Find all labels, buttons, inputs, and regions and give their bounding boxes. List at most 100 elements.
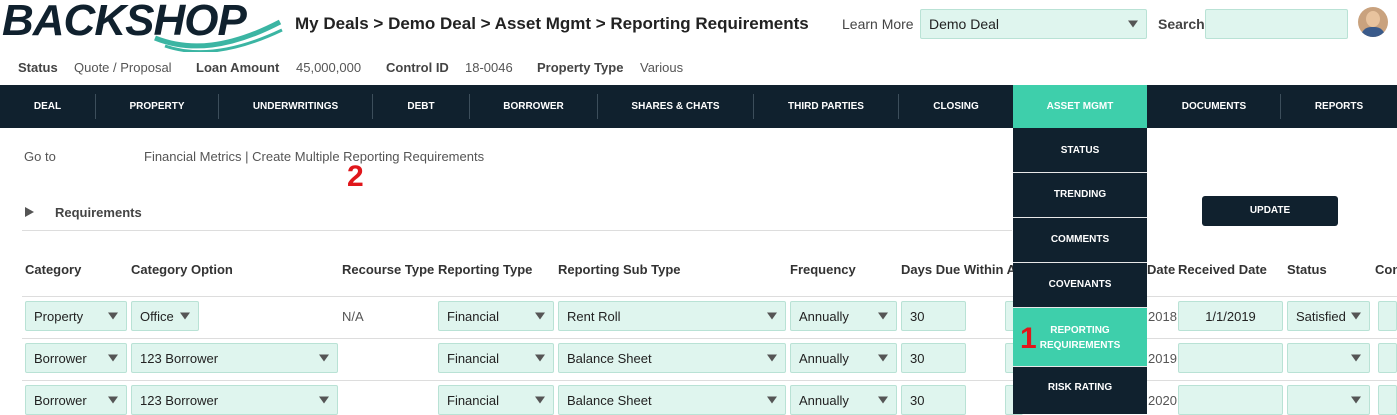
divider bbox=[22, 230, 1012, 231]
chevron-down-icon bbox=[1128, 20, 1138, 28]
chevron-down-icon bbox=[535, 396, 545, 404]
chevron-down-icon bbox=[108, 396, 118, 404]
chevron-down-icon bbox=[878, 396, 888, 404]
reporting-sub-type-select[interactable]: Balance Sheet bbox=[558, 385, 786, 415]
chevron-down-icon bbox=[767, 354, 777, 362]
chevron-down-icon bbox=[535, 312, 545, 320]
deal-select-value: Demo Deal bbox=[929, 16, 1000, 32]
dropdown-item-covenants[interactable]: COVENANTS bbox=[1013, 263, 1147, 307]
nav-asset-mgmt[interactable]: ASSET MGMT bbox=[1013, 85, 1147, 128]
nav-underwritings[interactable]: UNDERWRITINGS bbox=[219, 85, 372, 128]
category-select[interactable]: Property bbox=[25, 301, 127, 331]
avatar[interactable] bbox=[1358, 7, 1388, 37]
col-header-date: Date bbox=[1147, 262, 1176, 277]
frequency-select[interactable]: Annually bbox=[790, 343, 897, 373]
nav-borrower[interactable]: BORROWER bbox=[470, 85, 597, 128]
row-divider bbox=[22, 296, 1397, 297]
days-due-input[interactable]: 30 bbox=[901, 385, 966, 415]
col-header-category: Category bbox=[25, 262, 82, 277]
logo-swoosh-icon bbox=[154, 19, 283, 52]
category-option-select[interactable]: Office bbox=[131, 301, 199, 331]
col-header-reporting-sub-type: Reporting Sub Type bbox=[558, 262, 681, 277]
chevron-down-icon bbox=[180, 312, 190, 320]
expand-triangle-icon[interactable] bbox=[25, 207, 34, 217]
category-select[interactable]: Borrower bbox=[25, 343, 127, 373]
nav-debt[interactable]: DEBT bbox=[373, 85, 469, 128]
received-date-input[interactable] bbox=[1178, 343, 1283, 373]
status-label: Status bbox=[18, 60, 58, 75]
row-divider bbox=[22, 338, 1397, 339]
col-header-frequency: Frequency bbox=[790, 262, 856, 277]
chevron-down-icon bbox=[108, 312, 118, 320]
chevron-down-icon bbox=[878, 312, 888, 320]
category-select[interactable]: Borrower bbox=[25, 385, 127, 415]
asset-mgmt-dropdown: STATUS TRENDING COMMENTS COVENANTS REPOR… bbox=[1013, 128, 1147, 414]
nav-third-parties[interactable]: THIRD PARTIES bbox=[754, 85, 898, 128]
con-input[interactable] bbox=[1378, 343, 1397, 373]
chevron-down-icon bbox=[108, 354, 118, 362]
days-due-input[interactable]: 30 bbox=[901, 343, 966, 373]
main-nav: DEAL PROPERTY UNDERWRITINGS DEBT BORROWE… bbox=[0, 85, 1397, 128]
status-value: Quote / Proposal bbox=[74, 60, 172, 75]
col-header-recourse-type: Recourse Type bbox=[342, 262, 435, 277]
reporting-sub-type-select[interactable]: Balance Sheet bbox=[558, 343, 786, 373]
nav-reports[interactable]: REPORTS bbox=[1281, 85, 1397, 128]
col-header-con: Con bbox=[1375, 262, 1397, 277]
col-header-category-option: Category Option bbox=[131, 262, 233, 277]
requirements-title: Requirements bbox=[55, 205, 142, 220]
chevron-down-icon bbox=[1351, 312, 1361, 320]
category-option-select[interactable]: 123 Borrower bbox=[131, 343, 338, 373]
row-divider bbox=[22, 380, 1397, 381]
date-value: 2019 bbox=[1148, 351, 1177, 366]
con-input[interactable] bbox=[1378, 301, 1397, 331]
chevron-down-icon bbox=[535, 354, 545, 362]
dropdown-item-status[interactable]: STATUS bbox=[1013, 128, 1147, 173]
dropdown-item-trending[interactable]: TRENDING bbox=[1013, 173, 1147, 217]
breadcrumb: My Deals > Demo Deal > Asset Mgmt > Repo… bbox=[295, 14, 809, 33]
update-button[interactable]: UPDATE bbox=[1202, 196, 1338, 226]
frequency-select[interactable]: Annually bbox=[790, 385, 897, 415]
chevron-down-icon bbox=[1351, 396, 1361, 404]
property-type-value: Various bbox=[640, 60, 684, 75]
loan-amount-label: Loan Amount bbox=[196, 60, 280, 75]
dropdown-item-comments[interactable]: COMMENTS bbox=[1013, 218, 1147, 262]
col-header-days-due: Days Due Within A bbox=[901, 262, 1016, 277]
date-value: 2018 bbox=[1148, 309, 1177, 324]
goto-links[interactable]: Financial Metrics | Create Multiple Repo… bbox=[144, 149, 484, 164]
chevron-down-icon bbox=[319, 396, 329, 404]
nav-deal[interactable]: DEAL bbox=[0, 85, 95, 128]
annotation-1: 1 bbox=[1020, 322, 1037, 355]
status-select[interactable] bbox=[1287, 343, 1370, 373]
dropdown-item-risk-rating[interactable]: RISK RATING bbox=[1013, 367, 1147, 409]
category-option-select[interactable]: 123 Borrower bbox=[131, 385, 338, 415]
deal-select[interactable]: Demo Deal bbox=[920, 9, 1147, 39]
recourse-type-value: N/A bbox=[342, 309, 364, 324]
reporting-type-select[interactable]: Financial bbox=[438, 385, 554, 415]
reporting-type-select[interactable]: Financial bbox=[438, 301, 554, 331]
reporting-type-select[interactable]: Financial bbox=[438, 343, 554, 373]
date-value: 2020 bbox=[1148, 393, 1177, 408]
frequency-select[interactable]: Annually bbox=[790, 301, 897, 331]
col-header-reporting-type: Reporting Type bbox=[438, 262, 533, 277]
con-input[interactable] bbox=[1378, 385, 1397, 415]
nav-closing[interactable]: CLOSING bbox=[899, 85, 1013, 128]
search-input[interactable] bbox=[1205, 9, 1348, 39]
days-due-input[interactable]: 30 bbox=[901, 301, 966, 331]
reporting-sub-type-select[interactable]: Rent Roll bbox=[558, 301, 786, 331]
received-date-input[interactable] bbox=[1178, 385, 1283, 415]
chevron-down-icon bbox=[1351, 354, 1361, 362]
nav-documents[interactable]: DOCUMENTS bbox=[1148, 85, 1280, 128]
col-header-status: Status bbox=[1287, 262, 1327, 277]
nav-shares-chats[interactable]: SHARES & CHATS bbox=[598, 85, 753, 128]
status-select[interactable] bbox=[1287, 385, 1370, 415]
property-type-label: Property Type bbox=[537, 60, 624, 75]
learn-more-link[interactable]: Learn More bbox=[842, 16, 914, 32]
control-id-label: Control ID bbox=[386, 60, 449, 75]
nav-property[interactable]: PROPERTY bbox=[96, 85, 218, 128]
annotation-2: 2 bbox=[347, 160, 364, 193]
received-date-input[interactable]: 1/1/2019 bbox=[1178, 301, 1283, 331]
control-id-value: 18-0046 bbox=[465, 60, 513, 75]
status-select[interactable]: Satisfied bbox=[1287, 301, 1370, 331]
chevron-down-icon bbox=[767, 396, 777, 404]
search-label: Search bbox=[1158, 16, 1205, 32]
